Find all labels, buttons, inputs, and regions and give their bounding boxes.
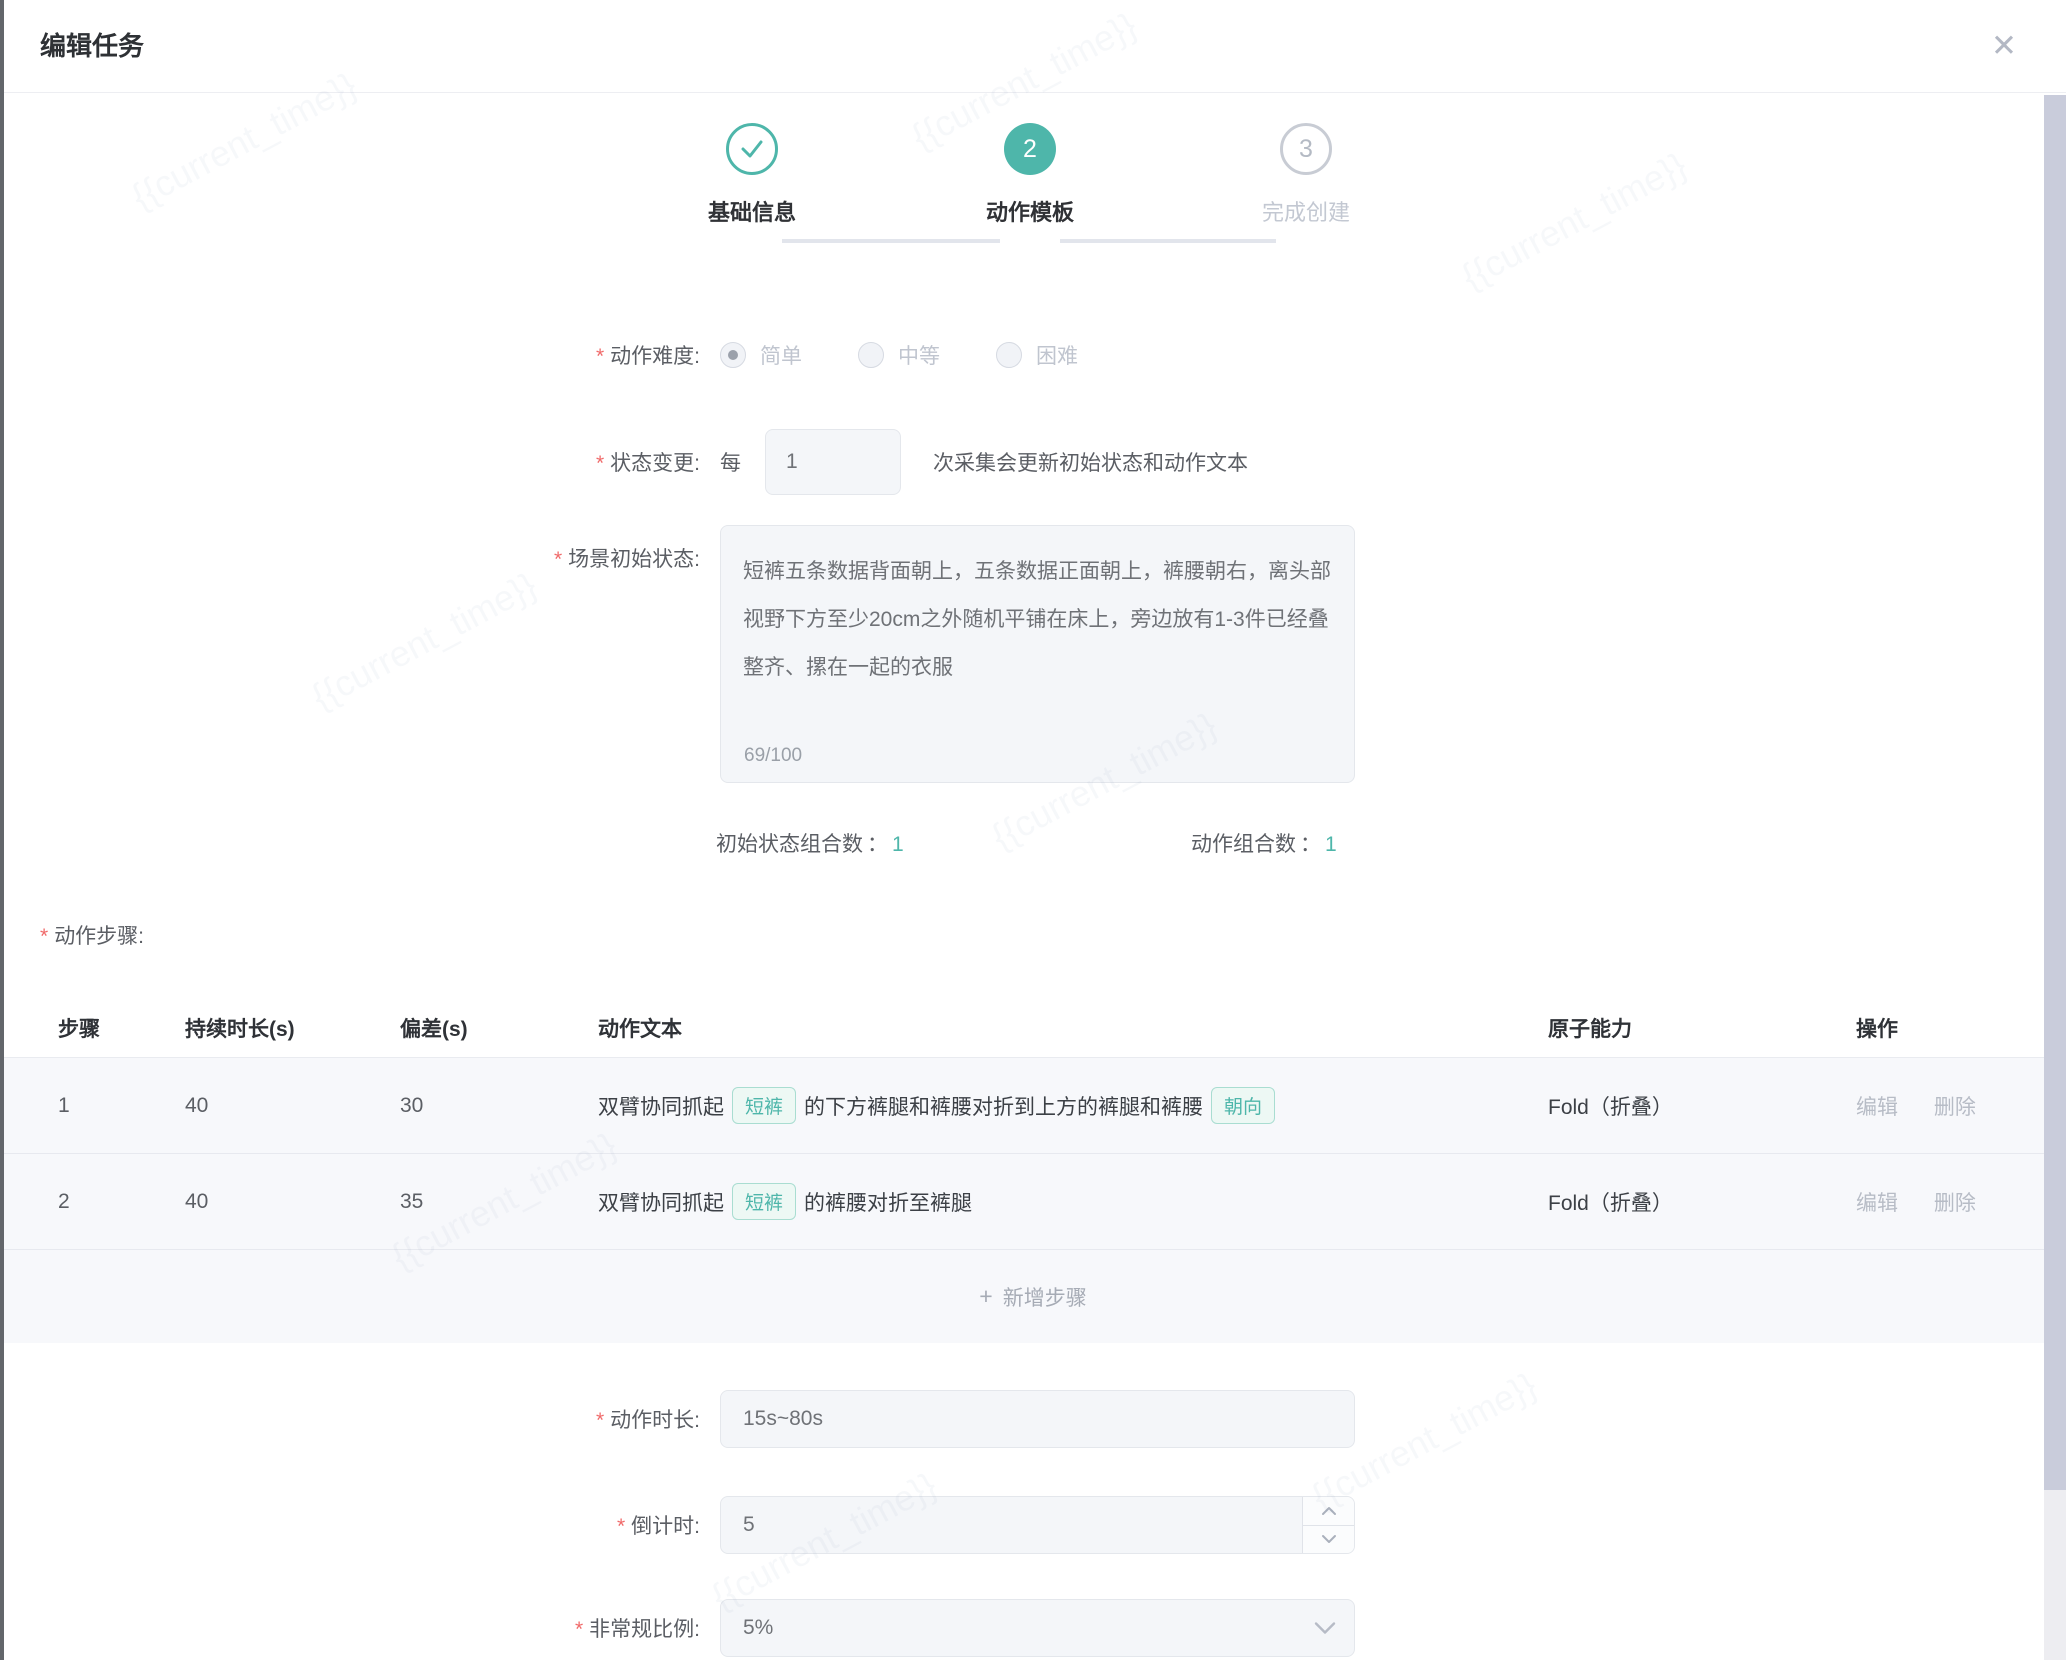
dialog-header: 编辑任务 ✕ [0, 0, 2066, 93]
wizard-stepper: 2 3 基础信息 动作模板 完成创建 [0, 93, 2066, 253]
char-counter: 69/100 [744, 745, 802, 767]
action-combo-value: 1 [1325, 833, 1337, 856]
step2-label: 动作模板 [986, 195, 1074, 227]
delete-button[interactable]: 删除 [1934, 1187, 1976, 1217]
chevron-up-icon [1321, 1506, 1337, 1516]
action-duration-label: *动作时长: [0, 1404, 700, 1434]
close-icon[interactable]: ✕ [1982, 24, 2026, 68]
cell-ability: Fold（折叠） [1528, 1091, 1836, 1121]
edit-button[interactable]: 编辑 [1856, 1091, 1898, 1121]
cell-deviation: 35 [400, 1190, 598, 1214]
step1-done-circle [726, 123, 778, 175]
required-asterisk: * [596, 452, 604, 475]
initial-combo-count: 初始状态组合数：1 [716, 828, 904, 858]
combo-counts-row: 初始状态组合数：1 动作组合数：1 [0, 828, 2066, 858]
check-icon [739, 136, 765, 162]
cell-deviation: 30 [400, 1094, 598, 1118]
step2-active-circle: 2 [1004, 123, 1056, 175]
initial-combo-value: 1 [892, 833, 904, 856]
selected-value: 5% [743, 1616, 773, 1640]
table-row: 1 40 30 双臂协同抓起 短裤 的下方裤腿和裤腰对折到上方的裤腿和裤腰 朝向… [0, 1058, 2066, 1154]
countdown-row: *倒计时: [0, 1496, 2066, 1554]
radio-label: 困难 [1036, 340, 1078, 370]
step3-pending-circle: 3 [1280, 123, 1332, 175]
table-header-row: 步骤 持续时长(s) 偏差(s) 动作文本 原子能力 操作 [0, 998, 2066, 1058]
initial-state-row: *场景初始状态: 短裤五条数据背面朝上，五条数据正面朝上，裤腰朝右，离头部视野下… [0, 525, 2066, 783]
action-duration-row: *动作时长: [0, 1390, 2066, 1448]
state-change-row: *状态变更: 每 次采集会更新初始状态和动作文本 [0, 429, 2066, 495]
step3-label: 完成创建 [1262, 195, 1350, 227]
add-step-button[interactable]: + 新增步骤 [0, 1250, 2066, 1343]
action-steps-table: 步骤 持续时长(s) 偏差(s) 动作文本 原子能力 操作 1 40 30 双臂… [0, 998, 2066, 1343]
radio-option-hard[interactable]: 困难 [996, 340, 1078, 370]
chevron-down-icon [1314, 1622, 1336, 1635]
dialog-title: 编辑任务 [40, 0, 144, 93]
countdown-label: *倒计时: [0, 1510, 700, 1540]
chevron-down-icon [1321, 1534, 1337, 1544]
unusual-ratio-row: *非常规比例: 5% [0, 1599, 2066, 1657]
action-duration-input[interactable] [720, 1390, 1355, 1448]
step1-label: 基础信息 [708, 195, 796, 227]
radio-label: 简单 [760, 340, 802, 370]
difficulty-label: *动作难度: [0, 340, 700, 370]
cell-action-text: 双臂协同抓起 短裤 的下方裤腿和裤腰对折到上方的裤腿和裤腰 朝向 [598, 1087, 1528, 1124]
radio-circle[interactable] [996, 342, 1022, 368]
difficulty-radio-group: 简单 中等 困难 [720, 340, 1078, 370]
add-step-label: 新增步骤 [1003, 1282, 1087, 1312]
step-connector [1060, 239, 1276, 243]
plus-icon: + [979, 1283, 992, 1310]
cell-duration: 40 [185, 1190, 400, 1214]
state-change-suffix: 次采集会更新初始状态和动作文本 [933, 447, 1248, 477]
initial-state-label: *场景初始状态: [0, 525, 700, 573]
radio-circle[interactable] [858, 342, 884, 368]
countdown-input[interactable] [720, 1496, 1355, 1554]
col-header-deviation: 偏差(s) [400, 1013, 598, 1043]
edit-button[interactable]: 编辑 [1856, 1187, 1898, 1217]
spinner-up-button[interactable] [1303, 1497, 1354, 1526]
required-asterisk: * [617, 1515, 625, 1538]
required-asterisk: * [40, 925, 48, 948]
object-tag: 短裤 [732, 1087, 796, 1124]
required-asterisk: * [554, 548, 562, 571]
cell-duration: 40 [185, 1094, 400, 1118]
required-asterisk: * [596, 1409, 604, 1432]
radio-option-medium[interactable]: 中等 [858, 340, 940, 370]
unusual-ratio-label: *非常规比例: [0, 1613, 700, 1643]
col-header-action-text: 动作文本 [598, 1013, 1528, 1043]
state-change-prefix: 每 [720, 447, 741, 477]
cell-step: 1 [0, 1094, 185, 1118]
edit-task-dialog: {{current_time}} {{current_time}} {{curr… [0, 0, 2066, 1660]
required-asterisk: * [575, 1618, 583, 1641]
radio-label: 中等 [898, 340, 940, 370]
state-change-label: *状态变更: [0, 447, 700, 477]
table-row: 2 40 35 双臂协同抓起 短裤 的裤腰对折至裤腿 Fold（折叠） 编辑 删… [0, 1154, 2066, 1250]
col-header-ops: 操作 [1836, 1013, 2066, 1043]
action-steps-section-label: *动作步骤: [0, 920, 2066, 954]
cell-ops: 编辑 删除 [1836, 1091, 2066, 1121]
orientation-tag: 朝向 [1211, 1087, 1275, 1124]
cell-ops: 编辑 删除 [1836, 1187, 2066, 1217]
scrollbar-track[interactable] [2044, 95, 2066, 1660]
cell-ability: Fold（折叠） [1528, 1187, 1836, 1217]
radio-circle-checked[interactable] [720, 342, 746, 368]
spinner-down-button[interactable] [1303, 1526, 1354, 1554]
required-asterisk: * [596, 345, 604, 368]
difficulty-row: *动作难度: 简单 中等 困难 [0, 338, 2066, 372]
page-left-edge [0, 0, 4, 1660]
cell-step: 2 [0, 1190, 185, 1214]
initial-state-textarea[interactable]: 短裤五条数据背面朝上，五条数据正面朝上，裤腰朝右，离头部视野下方至少20cm之外… [720, 525, 1355, 783]
col-header-ability: 原子能力 [1528, 1013, 1836, 1043]
cell-action-text: 双臂协同抓起 短裤 的裤腰对折至裤腿 [598, 1183, 1528, 1220]
unusual-ratio-select[interactable]: 5% [720, 1599, 1355, 1657]
state-change-count-input[interactable] [765, 429, 901, 495]
delete-button[interactable]: 删除 [1934, 1091, 1976, 1121]
col-header-duration: 持续时长(s) [185, 1013, 400, 1043]
number-spinner [1302, 1497, 1354, 1553]
col-header-step: 步骤 [0, 1013, 185, 1043]
step-connector [782, 239, 1000, 243]
radio-option-simple[interactable]: 简单 [720, 340, 802, 370]
action-combo-count: 动作组合数：1 [1191, 828, 1337, 858]
object-tag: 短裤 [732, 1183, 796, 1220]
scrollbar-thumb[interactable] [2044, 95, 2066, 1490]
